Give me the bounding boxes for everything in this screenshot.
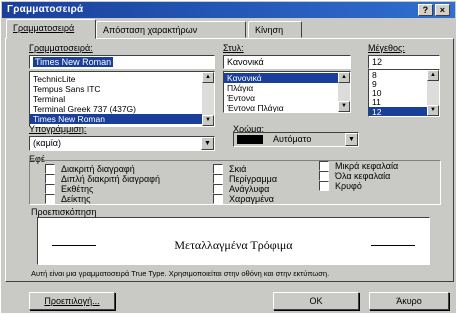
- tab-animation[interactable]: Κίνηση: [248, 21, 302, 38]
- size-input[interactable]: 12: [368, 55, 440, 69]
- checkbox-box[interactable]: [319, 161, 329, 171]
- size-label: Μέγεθος:: [368, 43, 405, 53]
- list-item[interactable]: TechnicLite: [30, 74, 214, 84]
- checkbox-label: Περίγραμμα: [229, 174, 278, 184]
- list-item[interactable]: Terminal: [30, 94, 214, 104]
- checkbox-label: Ανάγλυφα: [229, 184, 270, 194]
- checkbox-subscript[interactable]: Δείκτης: [45, 194, 90, 204]
- checkbox-box[interactable]: [45, 174, 55, 184]
- default-button[interactable]: Προεπιλογή...: [29, 292, 115, 310]
- preview-sample: Μεταλλαγμένα Τρόφιμα: [174, 238, 293, 252]
- list-item[interactable]: Tempus Sans ITC: [30, 84, 214, 94]
- ok-button[interactable]: OK: [273, 292, 359, 310]
- tab-character-spacing[interactable]: Απόσταση χαρακτήρων: [96, 21, 246, 38]
- size-list[interactable]: 8 9 10 11 12 ▲ ▼: [368, 69, 440, 117]
- scroll-up-icon[interactable]: ▲: [427, 70, 439, 81]
- scroll-down-icon[interactable]: ▼: [202, 115, 214, 126]
- help-button[interactable]: ?: [418, 4, 433, 16]
- underline-value: (καμία): [33, 138, 61, 148]
- checkbox-outline[interactable]: Περίγραμμα: [213, 174, 277, 184]
- scroll-down-icon[interactable]: ▼: [338, 101, 350, 112]
- underline-select[interactable]: (καμία) ▼: [29, 136, 215, 151]
- preview-box: Μεταλλαγμένα Τρόφιμα: [37, 217, 430, 265]
- checkbox-hidden[interactable]: Κρυφό: [319, 181, 362, 191]
- size-scrollbar[interactable]: ▲ ▼: [427, 70, 439, 116]
- style-scrollbar[interactable]: ▲ ▼: [338, 72, 350, 112]
- checkbox-superscript[interactable]: Εκθέτης: [45, 184, 93, 194]
- checkbox-strikethrough[interactable]: Διακριτή διαγραφή: [45, 164, 135, 174]
- default-button-label: Προεπιλογή...: [44, 296, 100, 306]
- list-item[interactable]: Πλάγια: [224, 83, 350, 93]
- chevron-down-icon[interactable]: ▼: [201, 137, 214, 150]
- checkbox-label: Δείκτης: [61, 194, 91, 204]
- checkbox-label: Διακριτή διαγραφή: [61, 164, 135, 174]
- checkbox-box[interactable]: [45, 184, 55, 194]
- title-bar: Γραμματοσειρά ? ×: [2, 2, 455, 18]
- checkbox-box[interactable]: [45, 164, 55, 174]
- checkbox-box[interactable]: [45, 194, 55, 204]
- style-list[interactable]: Κανονικά Πλάγια Έντονα Έντονα Πλάγια ▲ ▼: [223, 71, 351, 113]
- checkbox-box[interactable]: [213, 184, 223, 194]
- font-input-value: Times New Roman: [33, 57, 114, 67]
- checkbox-all-caps[interactable]: Όλα κεφαλαία: [319, 171, 390, 181]
- checkbox-label: Κρυφό: [335, 181, 362, 191]
- preview-label: Προεπισκόπηση: [31, 207, 97, 217]
- chevron-down-icon[interactable]: ▼: [345, 133, 358, 146]
- tab-font-label: Γραμματοσειρά: [13, 23, 75, 33]
- checkbox-box[interactable]: [213, 194, 223, 204]
- checkbox-label: Μικρά κεφαλαία: [335, 161, 399, 171]
- list-item[interactable]: Έντονα: [224, 93, 350, 103]
- checkbox-box[interactable]: [213, 164, 223, 174]
- list-item-selected[interactable]: Times New Roman: [30, 114, 214, 124]
- font-scrollbar[interactable]: ▲ ▼: [202, 72, 214, 126]
- tab-character-spacing-label: Απόσταση χαρακτήρων: [103, 25, 198, 35]
- list-item[interactable]: Έντονα Πλάγια: [224, 103, 350, 112]
- checkbox-shadow[interactable]: Σκιά: [213, 164, 246, 174]
- checkbox-label: Εκθέτης: [61, 184, 94, 194]
- window-title: Γραμματοσειρά: [7, 4, 84, 15]
- list-item[interactable]: Terminal Greek 737 (437G): [30, 104, 214, 114]
- style-label: Στυλ:: [223, 43, 244, 53]
- tab-font[interactable]: Γραμματοσειρά: [6, 19, 96, 39]
- checkbox-box[interactable]: [319, 171, 329, 181]
- scroll-down-icon[interactable]: ▼: [427, 105, 439, 116]
- checkbox-engrave[interactable]: Χαραγμένα: [213, 194, 274, 204]
- scroll-up-icon[interactable]: ▲: [202, 72, 214, 83]
- font-dialog: Γραμματοσειρά ? × Γραμματοσειρά Απόσταση…: [0, 0, 457, 314]
- checkbox-label: Όλα κεφαλαία: [335, 171, 391, 181]
- font-list[interactable]: TechnicLite Tempus Sans ITC Terminal Ter…: [29, 71, 215, 127]
- color-value: Αυτόματο: [273, 134, 312, 144]
- checkbox-double-strikethrough[interactable]: Διπλή διακριτή διαγραφή: [45, 174, 160, 184]
- checkbox-label: Χαραγμένα: [229, 194, 274, 204]
- checkbox-box[interactable]: [319, 181, 329, 191]
- color-select[interactable]: Αυτόματο ▼: [233, 132, 359, 147]
- style-input[interactable]: Κανονικά: [223, 55, 351, 69]
- checkbox-label: Σκιά: [229, 164, 247, 174]
- font-input[interactable]: Times New Roman: [29, 55, 215, 69]
- checkbox-small-caps[interactable]: Μικρά κεφαλαία: [319, 161, 398, 171]
- list-item-selected[interactable]: Κανονικά: [224, 73, 350, 83]
- cancel-button[interactable]: Άκυρο: [369, 292, 449, 310]
- checkbox-box[interactable]: [213, 174, 223, 184]
- color-swatch: [237, 135, 263, 145]
- tab-animation-label: Κίνηση: [255, 25, 284, 35]
- checkbox-label: Διπλή διακριτή διαγραφή: [61, 174, 160, 184]
- scroll-up-icon[interactable]: ▲: [338, 72, 350, 83]
- font-label: Γραμματοσειρά:: [29, 43, 93, 53]
- font-type-note: Αυτή είναι μια γραμματοσειρά True Type. …: [31, 269, 330, 278]
- underline-label: Υπογράμμιση:: [29, 124, 87, 134]
- close-button[interactable]: ×: [435, 4, 450, 16]
- checkbox-emboss[interactable]: Ανάγλυφα: [213, 184, 269, 194]
